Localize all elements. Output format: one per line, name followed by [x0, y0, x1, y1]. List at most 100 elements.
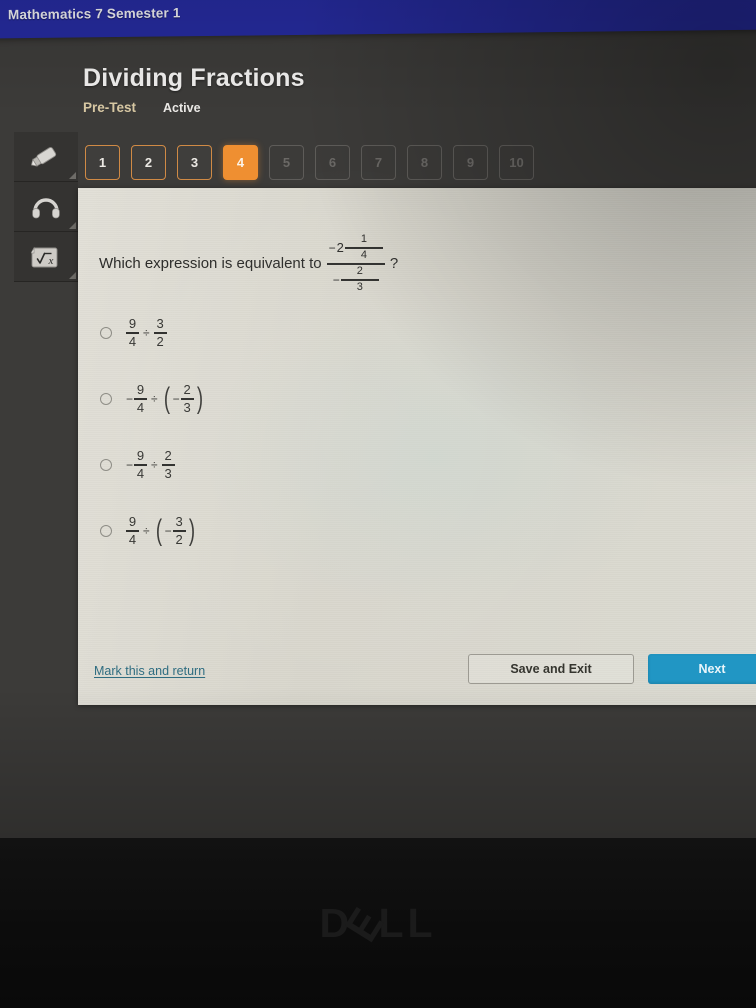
fraction-numerator: 2 [164, 448, 172, 464]
fraction: 23 [161, 448, 175, 482]
fraction-denominator: 4 [128, 334, 137, 350]
numerator-fraction-top: 1 [360, 233, 367, 245]
numerator-fraction-bottom: 4 [360, 249, 367, 262]
radio-button-c[interactable] [100, 459, 112, 471]
left-paren: ( [163, 382, 170, 416]
left-term-d: 94 [126, 515, 139, 547]
fraction-denominator: 2 [156, 334, 164, 350]
question-number-1[interactable]: 1 [85, 145, 120, 180]
question-number-5: 5 [269, 145, 304, 180]
radio-button-a[interactable] [100, 327, 112, 339]
tool-rail: x [14, 132, 78, 282]
right-term-d-parenthesized: (−3 2) [154, 515, 197, 547]
course-topbar: Mathematics 7 Semester 1 [0, 0, 756, 39]
dell-brand-logo: DELL [0, 896, 756, 950]
highlighter-tool-button[interactable] [14, 132, 78, 182]
left-term-b: −9 4 [126, 382, 148, 416]
left-term-b-sign: − [126, 391, 134, 406]
fraction: 94 [126, 317, 139, 349]
fraction: 94 [126, 515, 139, 547]
answer-options-list: 9 4 ÷ 3 2−9 4 ÷(−2 3) −9 4 ÷ 2 3 9 4 ÷(−3 2) [100, 314, 205, 550]
numerator-whole: 2 [336, 239, 344, 255]
fraction: 94 [134, 449, 148, 482]
numerator-fraction-part: 1 4 [344, 233, 383, 262]
question-number-nav: 1 2 3 4 5 6 7 8 9 10 [85, 145, 534, 180]
answer-expression-c: −9 4 ÷ 2 3 [126, 449, 175, 481]
highlighter-icon [29, 144, 63, 170]
next-button[interactable]: Next [648, 654, 756, 684]
question-prompt-text: Which expression is equivalent to [99, 255, 322, 273]
question-stem: Which expression is equivalent to − 2 1 … [99, 233, 399, 294]
complex-fraction-denominator: − 2 3 [331, 266, 381, 294]
fraction-numerator: 9 [128, 514, 137, 530]
card-footer-actions: Save and Exit Next [468, 654, 756, 684]
laptop-bezel: DELL [0, 838, 756, 1008]
screenshot-root: Mathematics 7 Semester 1 Dividing Fracti… [0, 0, 756, 1008]
save-and-exit-button[interactable]: Save and Exit [468, 654, 634, 684]
answer-option-c[interactable]: −9 4 ÷ 2 3 [100, 446, 205, 484]
status-badge: Active [163, 101, 201, 115]
division-operator: ÷ [151, 457, 158, 472]
question-number-6: 6 [315, 145, 350, 180]
question-number-8: 8 [407, 145, 442, 180]
fraction-numerator: 3 [156, 316, 164, 332]
fraction-numerator: 9 [136, 382, 145, 398]
question-number-2[interactable]: 2 [131, 145, 166, 180]
right-term-b-sign: − [172, 391, 180, 406]
division-operator: ÷ [143, 325, 150, 340]
fraction-denominator: 4 [136, 400, 145, 416]
question-trailing-punctuation: ? [389, 255, 399, 273]
right-term-d-sign: − [164, 523, 172, 538]
answer-option-d[interactable]: 9 4 ÷(−3 2) [100, 512, 205, 550]
fraction: 23 [180, 382, 194, 416]
square-root-icon: x [31, 243, 61, 271]
fraction: 32 [153, 316, 167, 350]
answer-option-b[interactable]: −9 4 ÷(−2 3) [100, 380, 205, 418]
page-heading: Dividing Fractions Pre-Test Active [83, 64, 305, 115]
radio-button-b[interactable] [100, 393, 112, 405]
fraction-denominator: 4 [128, 532, 137, 548]
page-title: Dividing Fractions [83, 64, 305, 92]
test-type-label: Pre-Test [83, 100, 137, 115]
complex-fraction-numerator: − 2 1 4 [327, 233, 385, 262]
answer-expression-a: 9 4 ÷ 3 2 [126, 317, 167, 349]
fraction-numerator: 2 [183, 382, 191, 398]
assignment-meta: Pre-Test Active [83, 100, 305, 115]
denominator-sign: − [332, 272, 340, 287]
calculator-tool-button[interactable]: x [14, 232, 78, 282]
question-number-9: 9 [453, 145, 488, 180]
question-number-4[interactable]: 4 [223, 145, 258, 180]
fraction-denominator: 3 [183, 400, 191, 416]
answer-option-a[interactable]: 9 4 ÷ 3 2 [100, 314, 205, 352]
laptop-screen: Mathematics 7 Semester 1 Dividing Fracti… [0, 0, 756, 838]
dell-logo-letter: L [407, 900, 437, 946]
question-number-10: 10 [499, 145, 534, 180]
question-number-7: 7 [361, 145, 396, 180]
main-fraction-bar [326, 263, 385, 265]
fraction-denominator: 4 [136, 466, 145, 482]
denominator-fraction-bottom: 3 [356, 281, 363, 294]
fraction-numerator: 9 [128, 316, 137, 332]
right-term-c: 23 [161, 448, 175, 482]
right-term-a: 32 [153, 316, 167, 350]
left-paren: ( [155, 514, 162, 548]
svg-text:x: x [48, 255, 54, 267]
denominator-fraction-top: 2 [356, 265, 363, 278]
left-term-a: 94 [126, 317, 139, 349]
division-operator: ÷ [151, 391, 158, 406]
fraction-denominator: 2 [175, 532, 183, 548]
read-aloud-tool-button[interactable] [14, 182, 78, 232]
headphones-icon [31, 194, 61, 220]
fraction-denominator: 3 [164, 466, 172, 482]
left-term-c-sign: − [126, 457, 134, 472]
numerator-sign: − [328, 240, 336, 255]
mark-this-and-return-link[interactable]: Mark this and return [94, 664, 205, 678]
answer-expression-d: 9 4 ÷(−3 2) [126, 515, 197, 547]
fraction: 32 [172, 515, 186, 548]
left-term-c: −9 4 [126, 449, 148, 482]
question-number-3[interactable]: 3 [177, 145, 212, 180]
radio-button-d[interactable] [100, 525, 112, 537]
denominator-fraction: 2 3 [340, 265, 379, 294]
complex-fraction: − 2 1 4 − 2 3 [326, 233, 385, 294]
division-operator: ÷ [143, 523, 150, 538]
